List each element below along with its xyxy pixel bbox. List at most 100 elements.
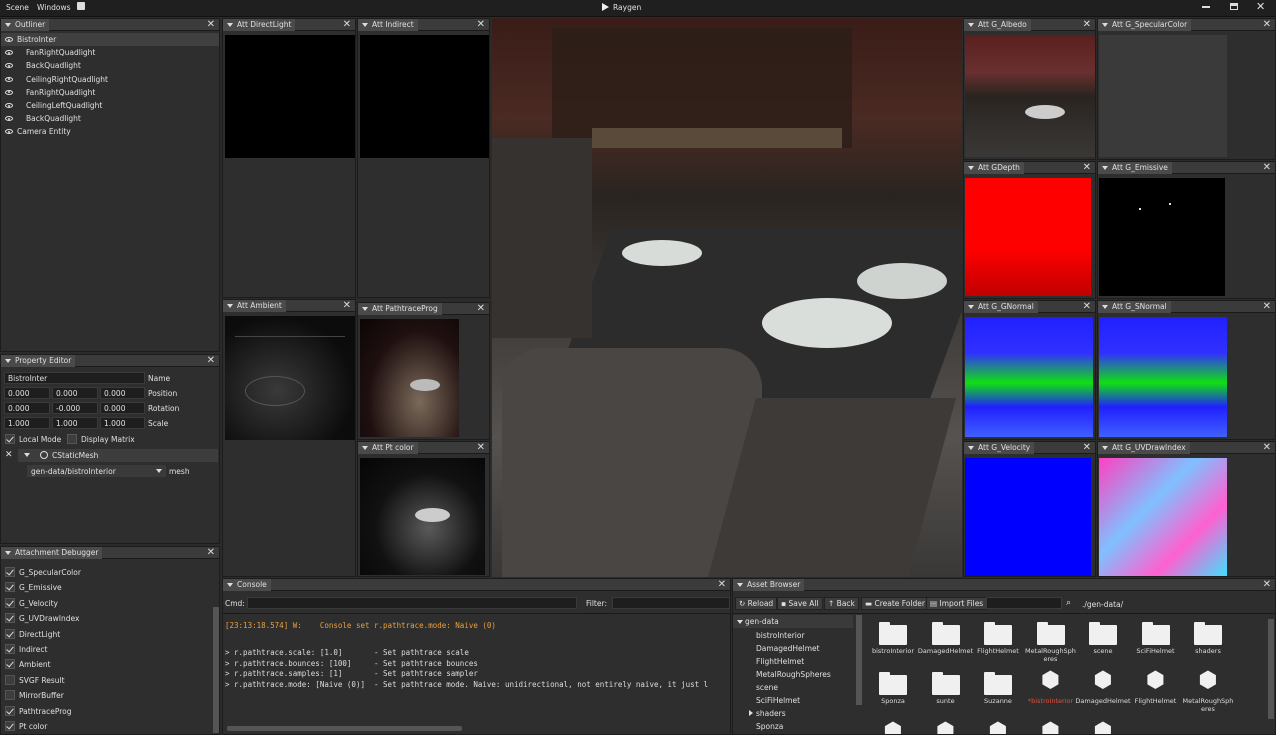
close-icon[interactable]: ✕ [718, 579, 726, 590]
close-icon[interactable]: ✕ [1263, 301, 1271, 312]
component-header[interactable]: CStaticMesh [18, 449, 218, 462]
attachment-checkbox[interactable] [5, 613, 15, 624]
mesh-select[interactable]: gen-data/bistroInterior [27, 465, 166, 477]
attachment-item[interactable]: PathtraceProg [1, 705, 211, 718]
save-icon[interactable] [77, 2, 85, 10]
attachment-item[interactable]: DirectLight [1, 628, 211, 641]
close-icon[interactable]: ✕ [477, 442, 485, 453]
close-window-icon[interactable]: ✕ [1256, 0, 1265, 13]
asset-item[interactable]: SciFiHelmet [1128, 619, 1184, 667]
close-icon[interactable]: ✕ [1263, 442, 1271, 453]
asset-item[interactable]: ⬢ DamagedHelmet [1075, 668, 1131, 717]
rotation-z[interactable]: 0.000 [100, 402, 145, 414]
eye-icon[interactable] [5, 76, 13, 82]
search-icon[interactable]: ⌕ [1066, 598, 1071, 608]
tree-item[interactable]: DamagedHelmet [733, 642, 853, 655]
attachment-item[interactable]: Ambient [1, 658, 211, 671]
position-z[interactable]: 0.000 [100, 387, 145, 399]
menu-scene[interactable]: Scene [6, 3, 29, 12]
asset-item[interactable]: bistroInterior [865, 619, 921, 667]
asset-item[interactable]: ⬢ *bistroInterior [1023, 668, 1079, 717]
tree-item[interactable]: FlightHelmet [733, 655, 853, 668]
tree-item[interactable]: MetalRoughSpheres [733, 668, 853, 681]
close-icon[interactable]: ✕ [1083, 162, 1091, 173]
eye-icon[interactable] [5, 63, 13, 69]
minimize-icon[interactable] [1202, 6, 1210, 8]
filter-input[interactable] [612, 597, 730, 609]
position-x[interactable]: 0.000 [4, 387, 50, 399]
attachment-checkbox[interactable] [5, 674, 15, 685]
asset-item[interactable]: ⬢ FlightHelmet [1128, 668, 1184, 717]
eye-icon[interactable] [5, 103, 13, 108]
attachment-item[interactable]: G_Velocity [1, 597, 211, 610]
tree-root[interactable]: gen-data [733, 615, 853, 628]
asset-item[interactable]: MetalRoughSph eres [1023, 619, 1079, 667]
asset-item[interactable]: Sponza [865, 669, 921, 717]
reload-button[interactable]: ↻ Reload [735, 597, 778, 610]
close-icon[interactable]: ✕ [1263, 162, 1271, 173]
rotation-x[interactable]: 0.000 [4, 402, 50, 414]
asset-item[interactable]: sunte [918, 669, 974, 717]
attachment-checkbox[interactable] [5, 582, 15, 593]
attachment-checkbox[interactable] [5, 690, 15, 701]
asset-item[interactable]: DamagedHelmet [918, 619, 974, 667]
close-icon[interactable]: ✕ [1083, 19, 1091, 30]
maximize-icon[interactable] [1230, 3, 1238, 10]
asset-item[interactable]: scene [1075, 619, 1131, 667]
close-icon[interactable]: ✕ [1263, 579, 1271, 590]
scrollbar[interactable] [213, 607, 219, 733]
attachment-checkbox[interactable] [5, 597, 15, 608]
outliner-item[interactable]: BackQuadlight [1, 59, 219, 72]
grid-scrollbar[interactable] [1268, 619, 1274, 719]
outliner-item[interactable]: BistroInter [1, 33, 219, 46]
attachment-checkbox[interactable] [5, 567, 15, 577]
outliner-item[interactable]: CeilingRightQuadlight [1, 73, 219, 86]
close-icon[interactable]: ✕ [1263, 19, 1271, 30]
attachment-item[interactable]: Indirect [1, 643, 211, 656]
eye-icon[interactable] [5, 89, 13, 95]
rotation-y[interactable]: -0.000 [52, 402, 98, 414]
tree-scrollbar[interactable] [856, 615, 862, 705]
cmd-input[interactable] [247, 597, 577, 609]
tree-item[interactable]: shaders [733, 707, 853, 720]
outliner-item[interactable]: FanRightQuadlight [1, 46, 219, 59]
tree-item[interactable]: Sponza [733, 720, 853, 733]
attachment-item[interactable]: MirrorBuffer [1, 689, 211, 702]
menu-windows[interactable]: Windows [37, 3, 70, 12]
play-icon[interactable] [602, 3, 609, 11]
asset-item[interactable]: ⬢ MetalRoughSph eres [1180, 668, 1236, 717]
attachment-checkbox[interactable] [5, 628, 15, 639]
attachment-checkbox[interactable] [5, 721, 15, 731]
tree-item[interactable]: bistroInterior [733, 629, 853, 642]
eye-icon[interactable] [5, 129, 13, 135]
import-files-button[interactable]: ▤ Import Files [926, 597, 988, 610]
close-icon[interactable]: ✕ [207, 19, 215, 30]
attachment-item[interactable]: G_SpecularColor [1, 566, 211, 579]
eye-icon[interactable] [5, 37, 13, 42]
eye-icon[interactable] [5, 116, 13, 122]
attachment-item[interactable]: Pt color [1, 720, 211, 733]
attachment-checkbox[interactable] [5, 705, 15, 716]
asset-item[interactable]: shaders [1180, 619, 1236, 667]
tree-item[interactable]: SciFiHelmet [733, 694, 853, 707]
close-icon[interactable]: ✕ [343, 300, 351, 311]
run-label[interactable]: Raygen [613, 3, 641, 12]
asset-item[interactable]: FlightHelmet [970, 619, 1026, 667]
outliner-item[interactable]: BackQuadlight [1, 112, 219, 125]
tree-item[interactable]: scene [733, 681, 853, 694]
close-icon[interactable]: ✕ [1083, 301, 1091, 312]
remove-component-icon[interactable]: ✕ [5, 450, 13, 460]
position-y[interactable]: 0.000 [52, 387, 98, 399]
eye-icon[interactable] [5, 50, 13, 56]
render-viewport[interactable] [492, 18, 962, 577]
attachment-checkbox[interactable] [5, 644, 15, 654]
outliner-item[interactable]: CeilingLeftQuadlight [1, 99, 219, 112]
outliner-item[interactable]: FanRightQuadlight [1, 86, 219, 99]
close-icon[interactable]: ✕ [343, 19, 351, 30]
horizontal-scrollbar[interactable] [227, 726, 462, 731]
save-all-button[interactable]: ▪ Save All [777, 597, 823, 610]
attachment-checkbox[interactable] [5, 659, 15, 670]
create-folder-button[interactable]: ▬ Create Folder [861, 597, 929, 610]
scale-z[interactable]: 1.000 [100, 417, 145, 429]
asset-search-input[interactable] [986, 597, 1062, 609]
